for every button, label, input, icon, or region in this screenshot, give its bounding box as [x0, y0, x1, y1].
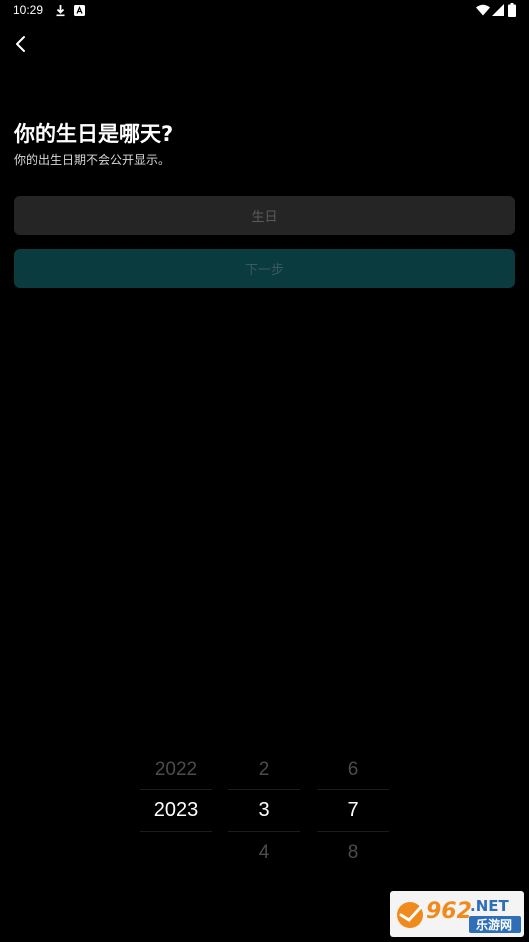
signal-icon: [492, 4, 504, 16]
notification-a-icon: [74, 5, 85, 16]
svg-text:乐游网: 乐游网: [476, 917, 512, 932]
day-wheel[interactable]: 6 7 8: [317, 748, 389, 874]
day-selected[interactable]: 7: [317, 790, 389, 831]
status-time: 10:29: [13, 3, 44, 17]
chevron-left-icon: [16, 36, 25, 52]
wifi-icon: [476, 4, 490, 16]
year-next[interactable]: [140, 832, 212, 873]
watermark-graphic: 962 .NET 乐游网: [397, 897, 521, 933]
month-selected[interactable]: 3: [228, 790, 300, 831]
svg-text:962: 962: [426, 899, 472, 924]
battery-icon: [508, 3, 516, 17]
month-prev[interactable]: 2: [228, 749, 300, 790]
back-button[interactable]: [8, 30, 36, 58]
year-prev[interactable]: 2022: [140, 749, 212, 790]
next-button-label: 下一步: [244, 263, 284, 278]
month-next[interactable]: 4: [228, 832, 300, 873]
next-button[interactable]: 下一步: [14, 249, 515, 288]
svg-text:.NET: .NET: [470, 897, 509, 915]
download-icon: [56, 5, 65, 17]
page-title: 你的生日是哪天?: [14, 122, 174, 146]
watermark-logo: 962 .NET 乐游网: [390, 891, 524, 937]
year-selected[interactable]: 2023: [140, 790, 212, 831]
date-picker: 2022 2023 2 3 4 6 7 8: [0, 748, 529, 878]
year-wheel[interactable]: 2022 2023: [140, 748, 212, 874]
birthday-placeholder: 生日: [251, 210, 278, 225]
day-next[interactable]: 8: [317, 832, 389, 873]
birthday-field[interactable]: 生日: [14, 196, 515, 235]
month-wheel[interactable]: 2 3 4: [228, 748, 300, 874]
day-prev[interactable]: 6: [317, 749, 389, 790]
status-bar: 10:29: [0, 0, 529, 22]
page-subtitle: 你的出生日期不会公开显示。: [14, 153, 171, 167]
